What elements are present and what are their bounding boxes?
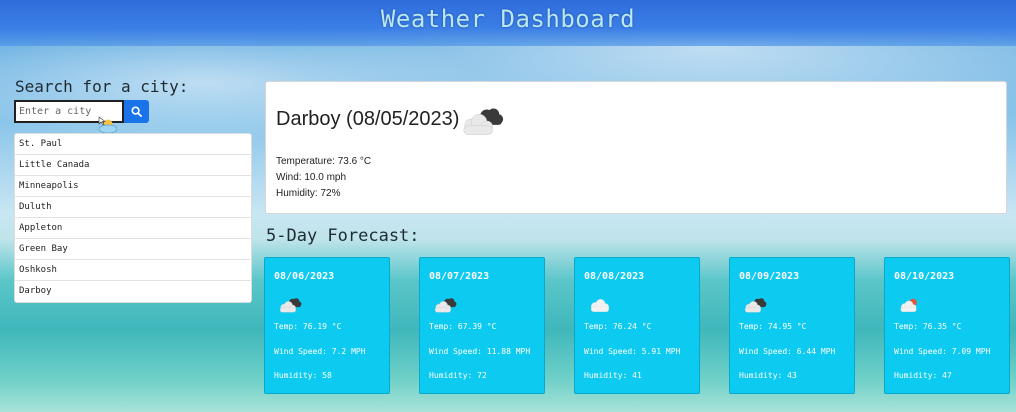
forecast-card: 08/06/2023 Temp: 76.19 °C Wind Speed: 7.…: [264, 257, 390, 394]
forecast-wind: Wind Speed: 6.44 MPH: [739, 347, 836, 356]
search-label: Search for a city:: [15, 77, 189, 96]
forecast-date: 08/08/2023: [584, 271, 645, 282]
current-weather-card: Darboy (08/05/2023) Temperature: 73.6 °C…: [265, 81, 1007, 214]
history-item[interactable]: Oshkosh: [15, 260, 251, 281]
forecast-date: 08/06/2023: [274, 271, 335, 282]
forecast-date: 08/07/2023: [429, 271, 490, 282]
history-item[interactable]: Darboy: [15, 281, 251, 302]
forecast-card: 08/08/2023 Temp: 76.24 °C Wind Speed: 5.…: [574, 257, 700, 394]
app-header: Weather Dashboard: [0, 0, 1016, 46]
broken-clouds-icon: [432, 296, 458, 314]
forecast-wind: Wind Speed: 5.91 MPH: [584, 347, 681, 356]
forecast-date: 08/09/2023: [739, 271, 800, 282]
history-item[interactable]: Green Bay: [15, 239, 251, 260]
search-button[interactable]: [124, 100, 149, 123]
current-temperature: Temperature: 73.6 °C: [276, 156, 372, 167]
history-item[interactable]: Minneapolis: [15, 176, 251, 197]
forecast-wind: Wind Speed: 7.09 MPH: [894, 347, 991, 356]
forecast-humidity: Humidity: 41: [584, 371, 642, 380]
forecast-temp: Temp: 76.19 °C: [274, 322, 342, 331]
search-history-list: St. Paul Little Canada Minneapolis Dulut…: [14, 133, 252, 303]
history-item[interactable]: Little Canada: [15, 155, 251, 176]
forecast-heading: 5-Day Forecast:: [266, 226, 420, 246]
weather-cursor-icon: [98, 116, 118, 134]
search-icon: [131, 106, 142, 117]
forecast-card: 08/07/2023 Temp: 67.39 °C Wind Speed: 11…: [419, 257, 545, 394]
history-item[interactable]: Appleton: [15, 218, 251, 239]
overcast-clouds-icon: [587, 296, 613, 314]
forecast-humidity: Humidity: 58: [274, 371, 332, 380]
forecast-humidity: Humidity: 43: [739, 371, 797, 380]
forecast-wind: Wind Speed: 7.2 MPH: [274, 347, 366, 356]
broken-clouds-icon: [458, 104, 506, 138]
current-wind: Wind: 10.0 mph: [276, 172, 347, 183]
page-title: Weather Dashboard: [380, 5, 636, 33]
forecast-humidity: Humidity: 47: [894, 371, 952, 380]
broken-clouds-icon: [742, 296, 768, 314]
forecast-card: 08/09/2023 Temp: 74.95 °C Wind Speed: 6.…: [729, 257, 855, 394]
forecast-humidity: Humidity: 72: [429, 371, 487, 380]
forecast-wind: Wind Speed: 11.88 MPH: [429, 347, 531, 356]
current-city-date: Darboy (08/05/2023): [276, 108, 460, 130]
history-item[interactable]: St. Paul: [15, 134, 251, 155]
forecast-date: 08/10/2023: [894, 271, 955, 282]
few-clouds-icon: [897, 296, 923, 314]
forecast-temp: Temp: 76.35 °C: [894, 322, 962, 331]
broken-clouds-icon: [277, 296, 303, 314]
forecast-card: 08/10/2023 Temp: 76.35 °C Wind Speed: 7.…: [884, 257, 1010, 394]
current-humidity: Humidity: 72%: [276, 188, 341, 199]
history-item[interactable]: Duluth: [15, 197, 251, 218]
forecast-temp: Temp: 76.24 °C: [584, 322, 652, 331]
forecast-temp: Temp: 74.95 °C: [739, 322, 807, 331]
forecast-temp: Temp: 67.39 °C: [429, 322, 497, 331]
